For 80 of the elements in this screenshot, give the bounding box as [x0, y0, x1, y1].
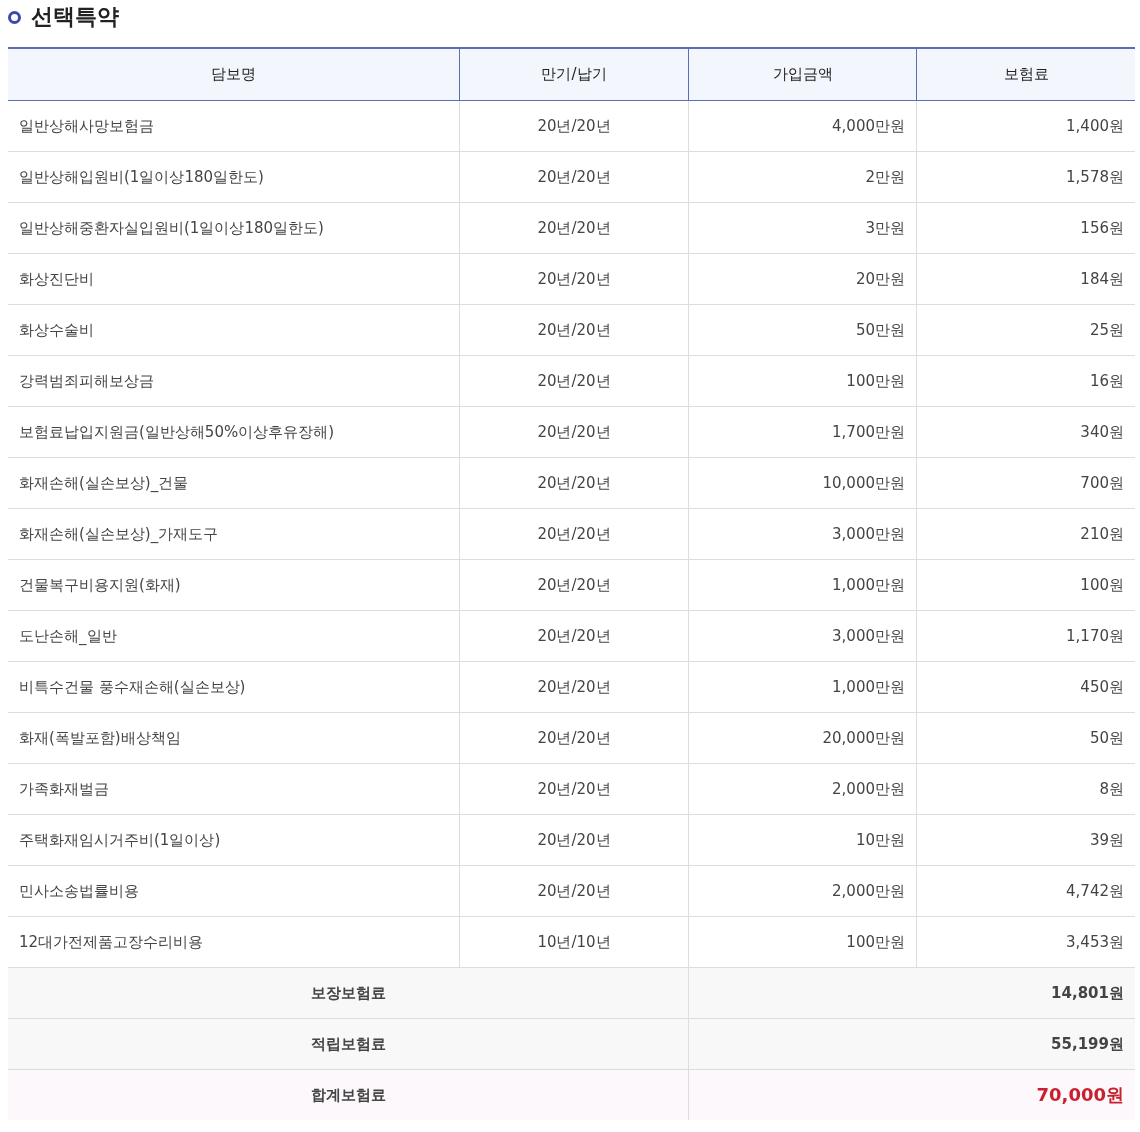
table-cell: 3,453원 — [916, 916, 1135, 968]
table-cell: 일반상해사망보험금 — [8, 100, 460, 152]
summary-label: 적립보험료 — [8, 1018, 689, 1070]
table-cell: 1,000만원 — [688, 661, 917, 713]
table-cell: 일반상해입원비(1일이상180일한도) — [8, 151, 460, 203]
table-cell: 20년/20년 — [459, 457, 689, 509]
table-cell: 39원 — [916, 814, 1135, 866]
table-cell: 210원 — [916, 508, 1135, 560]
table-cell: 1,700만원 — [688, 406, 917, 458]
table-cell: 184원 — [916, 253, 1135, 305]
table-cell: 8원 — [916, 763, 1135, 815]
table-cell: 4,000만원 — [688, 100, 917, 152]
table-cell: 화재손해(실손보상)_가재도구 — [8, 508, 460, 560]
table-cell: 20년/20년 — [459, 406, 689, 458]
table-cell: 100만원 — [688, 355, 917, 407]
column-header: 담보명 — [8, 48, 460, 101]
column-header: 만기/납기 — [459, 48, 689, 101]
table-cell: 2,000만원 — [688, 763, 917, 815]
table-cell: 25원 — [916, 304, 1135, 356]
table-cell: 20년/20년 — [459, 100, 689, 152]
table-cell: 20,000만원 — [688, 712, 917, 764]
table-cell: 20년/20년 — [459, 508, 689, 560]
table-cell: 화상진단비 — [8, 253, 460, 305]
bullet-icon — [8, 10, 21, 24]
table-cell: 50만원 — [688, 304, 917, 356]
table-cell: 20년/20년 — [459, 763, 689, 815]
table-cell: 100원 — [916, 559, 1135, 611]
table-cell: 100만원 — [688, 916, 917, 968]
table-cell: 16원 — [916, 355, 1135, 407]
table-cell: 20년/20년 — [459, 610, 689, 662]
table-cell: 3만원 — [688, 202, 917, 254]
table-cell: 3,000만원 — [688, 610, 917, 662]
section-title: 선택특약 — [31, 3, 119, 31]
table-cell: 건물복구비용지원(화재) — [8, 559, 460, 611]
table-cell: 20년/20년 — [459, 355, 689, 407]
table-cell: 화재손해(실손보상)_건물 — [8, 457, 460, 509]
table-cell: 20년/20년 — [459, 253, 689, 305]
table-cell: 20년/20년 — [459, 202, 689, 254]
table-cell: 주택화재임시거주비(1일이상) — [8, 814, 460, 866]
column-header: 가입금액 — [688, 48, 917, 101]
table-cell: 1,400원 — [916, 100, 1135, 152]
table-cell: 20년/20년 — [459, 814, 689, 866]
table-cell: 10만원 — [688, 814, 917, 866]
table-cell: 20만원 — [688, 253, 917, 305]
table-cell: 민사소송법률비용 — [8, 865, 460, 917]
summary-value: 14,801원 — [688, 967, 1135, 1019]
table-cell: 일반상해중환자실입원비(1일이상180일한도) — [8, 202, 460, 254]
column-header: 보험료 — [916, 48, 1135, 101]
table-cell: 20년/20년 — [459, 712, 689, 764]
table-cell: 12대가전제품고장수리비용 — [8, 916, 460, 968]
table-cell: 20년/20년 — [459, 304, 689, 356]
table-cell: 10년/10년 — [459, 916, 689, 968]
table-cell: 3,000만원 — [688, 508, 917, 560]
table-cell: 1,578원 — [916, 151, 1135, 203]
table-cell: 20년/20년 — [459, 559, 689, 611]
table-cell: 2,000만원 — [688, 865, 917, 917]
summary-label: 합계보험료 — [8, 1069, 689, 1120]
summary-value: 55,199원 — [688, 1018, 1135, 1070]
table-cell: 700원 — [916, 457, 1135, 509]
table-cell: 340원 — [916, 406, 1135, 458]
table-cell: 20년/20년 — [459, 661, 689, 713]
summary-label: 보장보험료 — [8, 967, 689, 1019]
table-cell: 50원 — [916, 712, 1135, 764]
table-cell: 1,000만원 — [688, 559, 917, 611]
table-cell: 보험료납입지원금(일반상해50%이상후유장해) — [8, 406, 460, 458]
table-cell: 화재(폭발포함)배상책임 — [8, 712, 460, 764]
table-cell: 비특수건물 풍수재손해(실손보상) — [8, 661, 460, 713]
table-cell: 2만원 — [688, 151, 917, 203]
table-cell: 1,170원 — [916, 610, 1135, 662]
table-cell: 10,000만원 — [688, 457, 917, 509]
table-cell: 강력범죄피해보상금 — [8, 355, 460, 407]
table-cell: 156원 — [916, 202, 1135, 254]
table-cell: 450원 — [916, 661, 1135, 713]
table-cell: 가족화재벌금 — [8, 763, 460, 815]
table-cell: 도난손해_일반 — [8, 610, 460, 662]
table-cell: 20년/20년 — [459, 865, 689, 917]
summary-value: 70,000원 — [688, 1069, 1135, 1120]
table-cell: 화상수술비 — [8, 304, 460, 356]
table-cell: 4,742원 — [916, 865, 1135, 917]
table-cell: 20년/20년 — [459, 151, 689, 203]
